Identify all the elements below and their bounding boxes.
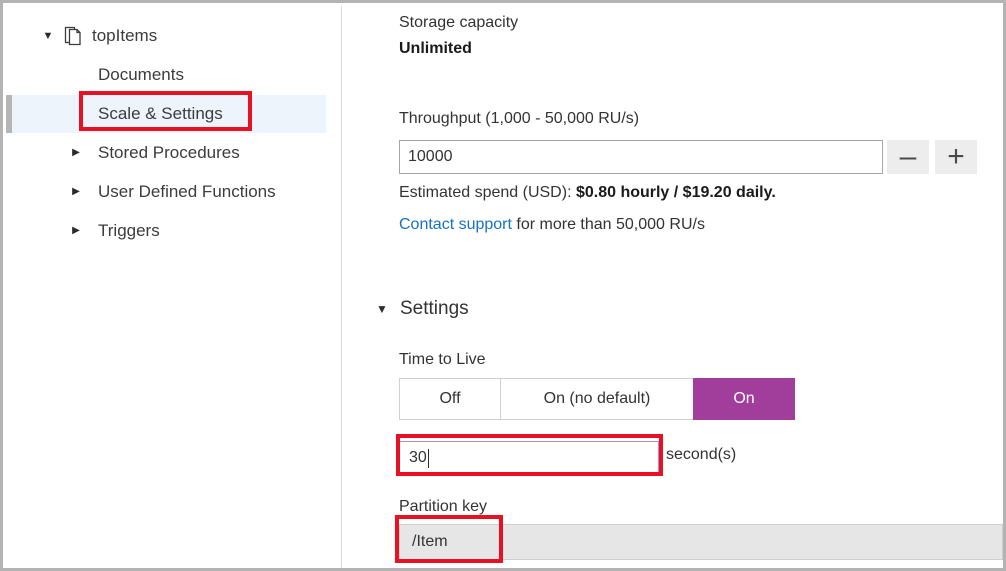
chevron-right-icon[interactable]: ▶	[68, 226, 84, 236]
panel-divider	[341, 6, 342, 571]
estimated-spend-row: Estimated spend (USD): $0.80 hourly / $1…	[399, 184, 776, 202]
sidebar-item-topitems[interactable]: ▼ topItems	[6, 17, 344, 55]
chevron-down-icon[interactable]: ▼	[374, 303, 390, 315]
sidebar-item-user-defined-functions[interactable]: ▶ User Defined Functions	[6, 173, 344, 211]
text-cursor	[428, 449, 429, 468]
contact-support-row: Contact support for more than 50,000 RU/…	[399, 216, 705, 234]
estimated-spend-value: $0.80 hourly / $19.20 daily.	[576, 184, 776, 201]
ttl-option-off[interactable]: Off	[399, 378, 501, 420]
chevron-down-icon[interactable]: ▼	[40, 31, 56, 42]
chevron-right-icon[interactable]: ▶	[68, 148, 84, 158]
throughput-label: Throughput (1,000 - 50,000 RU/s)	[399, 110, 639, 128]
chevron-right-icon[interactable]: ▶	[68, 187, 84, 197]
ttl-seconds-value: 30	[400, 449, 427, 467]
partition-key-value: /Item	[400, 533, 448, 551]
throughput-increase-button[interactable]: +	[935, 140, 977, 174]
sidebar-item-label: User Defined Functions	[98, 182, 276, 202]
time-to-live-toggle-group[interactable]: Off On (no default) On	[399, 378, 794, 420]
sidebar-item-triggers[interactable]: ▶ Triggers	[6, 212, 344, 250]
time-to-live-label: Time to Live	[399, 351, 486, 369]
settings-section-title: Settings	[400, 298, 469, 320]
scale-and-settings-pane: Storage capacity Unlimited Throughput (1…	[344, 6, 1006, 571]
storage-capacity-label: Storage capacity	[399, 14, 518, 32]
estimated-spend-prefix: Estimated spend (USD):	[399, 184, 576, 201]
sidebar-item-label: Documents	[98, 65, 184, 85]
partition-key-label: Partition key	[399, 498, 487, 516]
sidebar-item-stored-procedures[interactable]: ▶ Stored Procedures	[6, 134, 344, 172]
partition-key-field: /Item	[399, 524, 1003, 560]
ttl-option-on-no-default[interactable]: On (no default)	[500, 378, 694, 420]
ttl-option-on[interactable]: On	[693, 378, 795, 420]
sidebar-item-label: topItems	[92, 26, 157, 46]
sidebar-item-label: Scale & Settings	[98, 104, 223, 124]
ttl-seconds-input[interactable]: 30	[399, 441, 659, 475]
sidebar-item-label: Stored Procedures	[98, 143, 240, 163]
storage-capacity-value: Unlimited	[399, 40, 472, 58]
sidebar-item-label: Triggers	[98, 221, 160, 241]
ttl-seconds-unit-label: second(s)	[666, 446, 736, 464]
resource-tree-sidebar: ▼ topItems Documents Scale & Settings ▶ …	[6, 6, 344, 571]
throughput-decrease-button[interactable]: –	[887, 140, 929, 174]
minus-icon: –	[900, 144, 917, 170]
screenshot-root: ▼ topItems Documents Scale & Settings ▶ …	[0, 0, 1006, 571]
contact-support-suffix: for more than 50,000 RU/s	[512, 216, 705, 233]
sidebar-item-documents[interactable]: Documents	[6, 56, 344, 94]
sidebar-item-scale-and-settings[interactable]: Scale & Settings	[6, 95, 326, 133]
throughput-input[interactable]	[399, 140, 883, 174]
collection-icon	[62, 25, 84, 47]
settings-section-header[interactable]: ▼ Settings	[374, 298, 469, 320]
contact-support-link[interactable]: Contact support	[399, 216, 512, 233]
plus-icon: +	[947, 144, 965, 170]
